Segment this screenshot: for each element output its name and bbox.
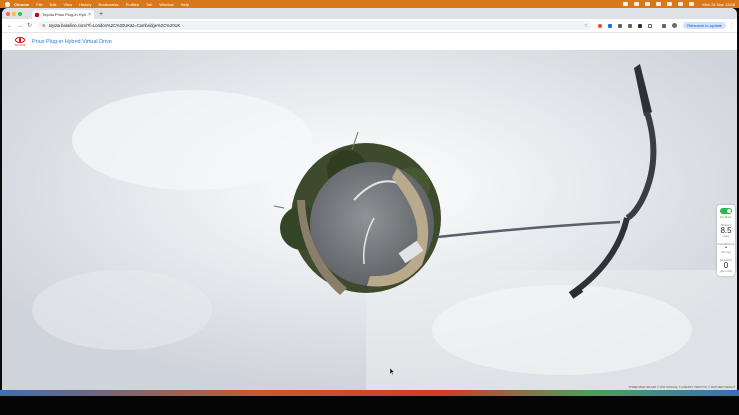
maximize-window-button[interactable] xyxy=(18,11,22,16)
menu-view[interactable]: View xyxy=(63,2,72,7)
wifi-icon[interactable] xyxy=(667,2,673,6)
menu-clock[interactable]: Mon 24 Nov 13:06 xyxy=(702,2,735,7)
drive-stats-panel: EV Mode Distance 8.5 miles Fuel Efficien… xyxy=(717,205,735,276)
menu-app-name[interactable]: Chrome xyxy=(14,2,29,7)
toyota-favicon-icon xyxy=(35,12,39,17)
menu-help[interactable]: Help xyxy=(181,2,189,7)
site-info-icon[interactable]: ⚙ xyxy=(42,23,46,28)
toyota-emblem-icon xyxy=(15,36,25,43)
control-center-icon[interactable] xyxy=(689,2,695,6)
close-tab-icon[interactable]: × xyxy=(88,12,91,18)
ev-mode-label: EV Mode xyxy=(720,215,732,219)
chrome-menu-icon[interactable]: ⋮ xyxy=(729,23,734,29)
back-icon[interactable]: ← xyxy=(7,23,13,29)
toyota-logo[interactable]: TOYOTA xyxy=(12,36,28,47)
new-tab-button[interactable]: + xyxy=(99,10,103,19)
menu-bookmarks[interactable]: Bookmarks xyxy=(99,2,119,7)
browser-toolbar: ← → ↻ ⚙ toyota.baseline.com/?f=London%2C… xyxy=(2,19,737,33)
extensions-puzzle-icon[interactable] xyxy=(648,23,653,28)
site-header: TOYOTA Prius Plug-in Hybrid Virtual Driv… xyxy=(2,33,737,51)
tab-toyota[interactable]: Toyota Prius Plug-in Hybri × xyxy=(32,10,94,19)
fuel-unit: UK mpg xyxy=(721,251,731,254)
screen-bottom xyxy=(0,396,739,415)
emissions-value: 0 xyxy=(723,261,729,270)
profile-avatar[interactable] xyxy=(672,23,678,28)
search-icon[interactable] xyxy=(678,2,684,6)
tiny-planet-image[interactable] xyxy=(2,50,737,390)
menu-tab[interactable]: Tab xyxy=(146,2,152,7)
street-view-panorama[interactable]: EV Mode Distance 8.5 miles Fuel Efficien… xyxy=(2,50,737,390)
site-title: Prius Plug-in Hybrid Virtual Drive xyxy=(32,38,112,45)
menu-profiles[interactable]: Profiles xyxy=(126,2,139,7)
extension-icon[interactable] xyxy=(608,23,613,28)
menu-window[interactable]: Window xyxy=(159,2,173,7)
status-app-icon[interactable] xyxy=(645,2,651,6)
menu-history[interactable]: History xyxy=(79,2,91,7)
chrome-window: Toyota Prius Plug-in Hybri × + ← → ↻ ⚙ t… xyxy=(2,8,737,390)
distance-unit: miles xyxy=(722,235,730,238)
status-app-icon[interactable] xyxy=(634,2,640,6)
status-app-icon[interactable] xyxy=(623,2,629,6)
status-icons: Mon 24 Nov 13:06 xyxy=(617,2,735,7)
mouse-cursor-icon xyxy=(390,368,395,375)
menu-file[interactable]: File xyxy=(36,2,42,7)
emissions-unit: g/km CO2 xyxy=(720,270,732,273)
apple-icon[interactable] xyxy=(5,1,10,7)
ev-mode-toggle[interactable] xyxy=(720,208,732,214)
minimize-window-button[interactable] xyxy=(12,11,16,16)
close-window-button[interactable] xyxy=(6,11,10,16)
battery-icon[interactable] xyxy=(656,2,662,6)
web-page: TOYOTA Prius Plug-in Hybrid Virtual Driv… xyxy=(2,33,737,390)
extension-icon[interactable] xyxy=(618,23,623,28)
distance-value: 8.5 xyxy=(720,226,732,235)
forward-icon[interactable]: → xyxy=(17,23,23,29)
extension-icon[interactable] xyxy=(628,23,633,28)
tab-strip: Toyota Prius Plug-in Hybri × + xyxy=(2,8,737,19)
relaunch-to-update-button[interactable]: Relaunch to update xyxy=(683,22,726,29)
side-panel-icon[interactable] xyxy=(662,23,667,28)
menu-edit[interactable]: Edit xyxy=(50,2,57,7)
bookmark-star-icon[interactable]: ☆ xyxy=(584,23,588,29)
window-controls xyxy=(6,8,24,19)
extension-icon[interactable] xyxy=(598,23,603,28)
tab-title: Toyota Prius Plug-in Hybri xyxy=(42,12,87,17)
reload-icon[interactable]: ↻ xyxy=(27,22,32,29)
address-bar[interactable]: ⚙ toyota.baseline.com/?f=London%2C%20UK&… xyxy=(38,21,593,30)
macos-menu-bar: Chrome File Edit View History Bookmarks … xyxy=(0,0,739,8)
extension-icon[interactable] xyxy=(638,23,643,28)
url-text[interactable]: toyota.baseline.com/?f=London%2C%20UK&t=… xyxy=(49,23,584,28)
image-copyright: STREETVIEW IMAGES © 2023 GOOGLE, © ALBER… xyxy=(628,386,735,389)
logo-wordmark: TOYOTA xyxy=(14,43,26,47)
